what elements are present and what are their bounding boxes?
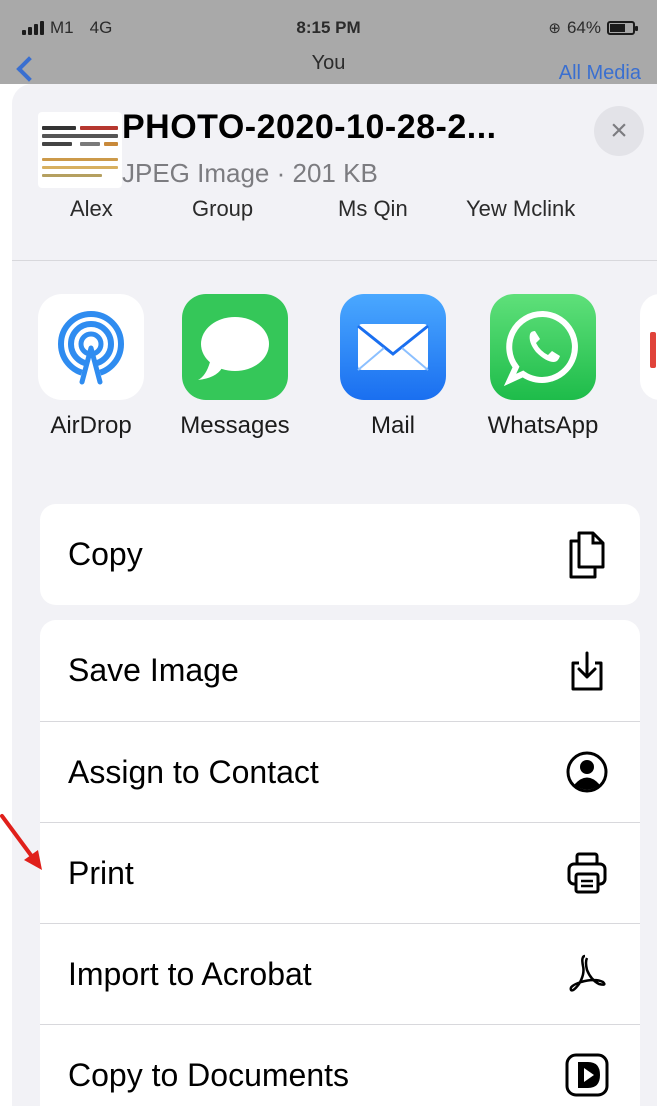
share-sheet: PHOTO-2020-10-28-2... JPEG Image · 201 K… xyxy=(12,84,657,1106)
documents-icon xyxy=(552,1045,622,1105)
person-yew-mclink[interactable]: Yew Mclink xyxy=(466,196,575,222)
action-import-acrobat[interactable]: Import to Acrobat xyxy=(40,923,640,1024)
battery-percent: 64% xyxy=(566,18,601,37)
action-print-label: Print xyxy=(68,854,134,891)
whatsapp-icon xyxy=(490,294,596,400)
print-icon xyxy=(552,843,622,903)
action-import-acrobat-label: Import to Acrobat xyxy=(68,955,312,992)
action-save-image-label: Save Image xyxy=(68,652,239,688)
person-ms-qin[interactable]: Ms Qin xyxy=(338,196,408,222)
all-media-link[interactable]: All Media xyxy=(559,62,641,85)
action-copy-documents-label: Copy to Documents xyxy=(68,1056,350,1093)
close-icon: × xyxy=(610,114,628,147)
action-copy-label: Copy xyxy=(68,536,143,572)
file-name: PHOTO-2020-10-28-2... xyxy=(122,108,497,146)
people-divider xyxy=(12,260,657,261)
save-image-icon xyxy=(552,641,622,701)
contact-icon xyxy=(552,742,622,802)
action-group-copy: Copy xyxy=(40,504,640,605)
action-copy[interactable]: Copy xyxy=(40,504,640,605)
action-assign-contact[interactable]: Assign to Contact xyxy=(40,721,640,822)
app-label-whatsapp: WhatsApp xyxy=(487,412,599,439)
app-partial[interactable] xyxy=(640,294,657,400)
person-group[interactable]: Group xyxy=(192,196,253,222)
close-button[interactable]: × xyxy=(594,106,644,156)
status-right: ⊕ 64% xyxy=(548,18,638,38)
acrobat-icon xyxy=(552,944,622,1004)
messages-icon xyxy=(182,294,288,400)
app-label-messages: Messages xyxy=(180,412,290,439)
apps-row: AirDrop Messages Mail WhatsApp xyxy=(12,294,657,454)
share-sheet-header: PHOTO-2020-10-28-2... JPEG Image · 201 K… xyxy=(12,84,657,206)
app-whatsapp[interactable]: WhatsApp xyxy=(478,294,608,440)
action-copy-documents[interactable]: Copy to Documents xyxy=(40,1024,640,1106)
orientation-lock-icon: ⊕ xyxy=(548,20,561,37)
file-meta: JPEG Image · 201 KB xyxy=(122,158,378,188)
mail-icon xyxy=(340,294,446,400)
person-alex[interactable]: Alex xyxy=(70,196,113,222)
app-label-mail: Mail xyxy=(370,412,415,439)
file-thumbnail xyxy=(38,112,122,188)
action-save-image[interactable]: Save Image xyxy=(40,620,640,721)
status-bar: M1 4G 8:15 PM ⊕ 64% You All Media xyxy=(0,0,657,84)
app-mail[interactable]: Mail xyxy=(328,294,458,440)
app-label-airdrop: AirDrop xyxy=(50,412,132,439)
airdrop-icon xyxy=(38,294,144,400)
copy-icon xyxy=(552,525,622,585)
people-row: Alex Group Ms Qin Yew Mclink xyxy=(12,196,657,232)
action-assign-contact-label: Assign to Contact xyxy=(68,753,319,790)
annotation-arrow-icon xyxy=(0,814,42,870)
app-airdrop[interactable]: AirDrop xyxy=(26,294,156,440)
action-group-main: Save Image Assign to Contact Print Impor… xyxy=(40,620,640,1106)
action-print[interactable]: Print xyxy=(40,822,640,923)
app-messages[interactable]: Messages xyxy=(170,294,300,440)
battery-icon xyxy=(607,21,638,35)
